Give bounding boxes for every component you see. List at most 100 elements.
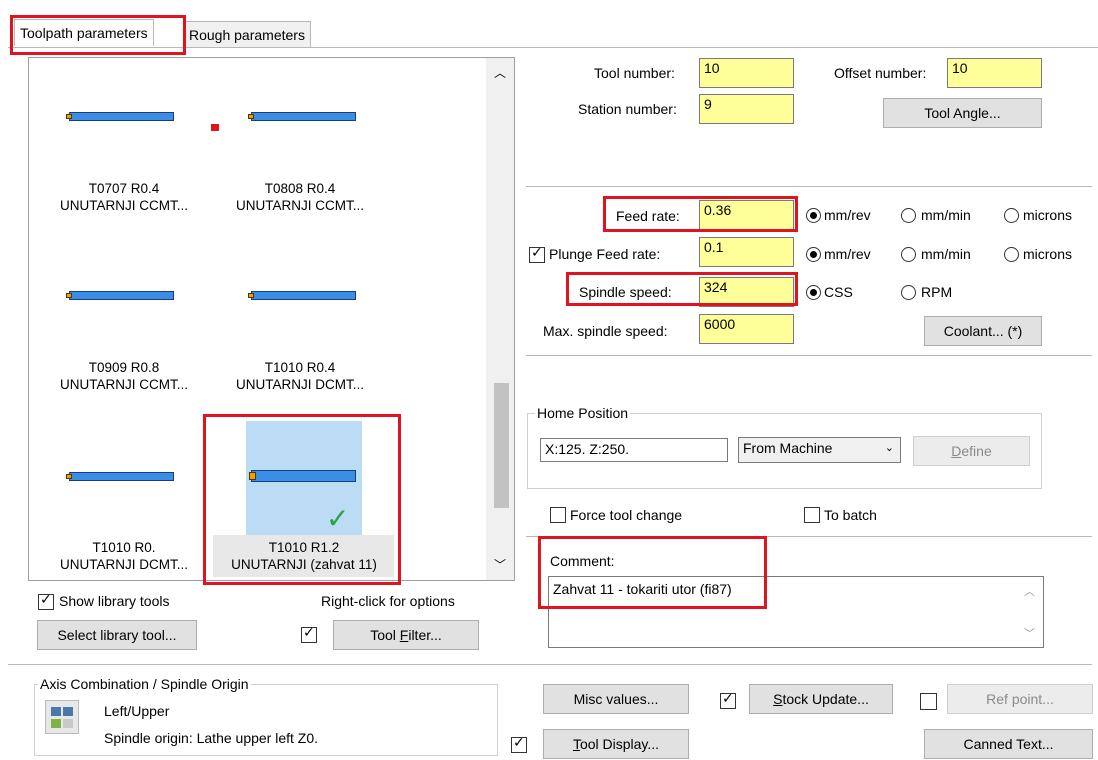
selected-tool-tile[interactable]: ✓ [246, 421, 362, 535]
tool-number-label: Tool number: [594, 65, 675, 81]
feed-mm-min-label: mm/min [921, 207, 971, 223]
stock-update-checkbox[interactable] [720, 691, 736, 709]
plunge-feed-label: Plunge Feed rate: [549, 246, 661, 262]
offset-number-field[interactable]: 10 [947, 58, 1042, 88]
feed-rate-field[interactable]: 0.36 [699, 200, 794, 230]
tool-desc: UNUTARNJI (zahvat 11) [231, 557, 377, 572]
force-tool-change-checkbox[interactable] [550, 507, 566, 523]
define-button[interactable]: Define [913, 436, 1030, 466]
tool-angle-button[interactable]: Tool Angle... [883, 98, 1042, 128]
tool-label: T0909 R0.8 UNUTARNJI CCMT... [39, 359, 209, 393]
home-position-title: Home Position [535, 405, 631, 421]
ref-point-checkbox[interactable] [920, 693, 937, 710]
separator [8, 664, 1092, 665]
scroll-up-icon[interactable]: ︿ [1024, 583, 1035, 599]
tool-label: T0707 R0.4 UNUTARNJI CCMT... [39, 180, 209, 214]
plunge-mm-rev-label: mm/rev [824, 246, 871, 262]
plunge-mm-min-radio[interactable] [901, 247, 916, 262]
scroll-up-icon[interactable]: ︿ [494, 64, 506, 81]
select-library-tool-button[interactable]: Select library tool... [37, 620, 197, 650]
plunge-mm-rev-radio[interactable] [806, 247, 821, 262]
rpm-label: RPM [921, 284, 953, 300]
css-label: CSS [824, 284, 853, 300]
tool-graphic [251, 470, 356, 482]
tool-graphic [251, 112, 356, 121]
show-library-tools-checkbox[interactable] [38, 592, 54, 610]
tool-label: T0808 R0.4 UNUTARNJI CCMT... [215, 180, 385, 214]
home-coords-field[interactable]: X:125. Z:250. [540, 438, 728, 462]
plunge-feed-checkbox[interactable] [529, 245, 545, 263]
scroll-down-icon[interactable]: ﹀ [1024, 625, 1035, 641]
station-number-field[interactable]: 9 [699, 94, 794, 124]
tool-item-t1010-r0[interactable] [66, 472, 229, 592]
stock-update-button[interactable]: Stock Update... [749, 684, 893, 714]
spindle-speed-field[interactable]: 324 [699, 277, 794, 307]
tool-graphic [69, 112, 174, 121]
axis-combination-icon[interactable] [45, 700, 79, 734]
tool-filter-checkbox[interactable] [301, 625, 317, 643]
tool-graphic [69, 291, 174, 300]
tool-id: T0909 R0.8 [88, 360, 160, 375]
plunge-feed-field[interactable]: 0.1 [699, 237, 794, 267]
from-machine-select[interactable]: From Machine ⌄ [738, 437, 901, 463]
insert-icon [66, 293, 72, 298]
tab-toolpath-parameters[interactable]: Toolpath parameters [14, 19, 154, 46]
feed-mm-min-radio[interactable] [901, 208, 916, 223]
comment-textarea[interactable]: Zahvat 11 - tokariti utor (fi87) ︿ ﹀ [548, 576, 1044, 648]
canned-text-button[interactable]: Canned Text... [924, 729, 1093, 759]
plunge-microns-radio[interactable] [1004, 247, 1019, 262]
tool-label: T1010 R0. UNUTARNJI DCMT... [39, 539, 209, 573]
tool-graphic [69, 472, 174, 481]
css-radio[interactable] [806, 285, 821, 300]
feed-microns-radio[interactable] [1004, 208, 1019, 223]
tool-filter-text: Tool [370, 627, 400, 643]
to-batch-checkbox[interactable] [804, 507, 820, 523]
tool-list[interactable]: T0707 R0.4 UNUTARNJI CCMT... T0808 R0.4 … [28, 57, 515, 581]
scroll-down-icon[interactable]: ﹀ [494, 556, 506, 573]
tool-item-t0808[interactable] [248, 112, 411, 232]
chevron-down-icon: ⌄ [884, 441, 894, 454]
misc-values-button[interactable]: Misc values... [543, 684, 689, 714]
ref-point-button[interactable]: Ref point... [947, 684, 1093, 714]
tab-rough-parameters[interactable]: Rough parameters [183, 21, 311, 47]
feed-mm-rev-radio[interactable] [806, 208, 821, 223]
tool-display-mnemonic: T [572, 736, 580, 752]
tool-item-t0909[interactable] [66, 291, 229, 411]
force-tool-change-label: Force tool change [570, 507, 683, 523]
tool-id: T1010 R0.4 [264, 360, 336, 375]
define-mnemonic: D [951, 443, 962, 459]
tool-id: T1010 R0. [92, 540, 156, 555]
right-click-hint: Right-click for options [321, 593, 455, 609]
max-spindle-label: Max. spindle speed: [543, 323, 668, 339]
max-spindle-field[interactable]: 6000 [699, 314, 794, 344]
rpm-radio[interactable] [901, 285, 916, 300]
red-marker [211, 124, 219, 131]
tool-label: T1010 R0.4 UNUTARNJI DCMT... [215, 359, 385, 393]
list-scrollbar[interactable]: ︿ ﹀ [486, 58, 514, 580]
coolant-button[interactable]: Coolant... (*) [924, 316, 1042, 346]
tool-number-field[interactable]: 10 [699, 58, 794, 88]
tool-filter-button[interactable]: Tool Filter... [333, 620, 479, 650]
tool-id: T0808 R0.4 [264, 181, 336, 196]
scroll-thumb[interactable] [494, 383, 509, 508]
insert-icon [249, 472, 256, 480]
separator [526, 186, 1092, 187]
axis-combination-title: Axis Combination / Spindle Origin [38, 676, 251, 692]
tool-display-checkbox[interactable] [511, 735, 527, 753]
tool-desc: UNUTARNJI DCMT... [60, 557, 188, 572]
axis-name: Left/Upper [104, 703, 170, 719]
insert-icon [66, 114, 72, 119]
separator [526, 355, 1092, 356]
tool-id: T0707 R0.4 [88, 181, 160, 196]
tool-desc: UNUTARNJI CCMT... [236, 198, 364, 213]
comment-label: Comment: [550, 553, 615, 569]
tool-display-button[interactable]: Tool Display... [543, 729, 689, 759]
tool-item-t1010-r04[interactable] [248, 291, 411, 411]
show-library-tools-label: Show library tools [59, 593, 170, 609]
to-batch-label: To batch [824, 507, 877, 523]
station-number-label: Station number: [578, 101, 677, 117]
tool-desc: UNUTARNJI CCMT... [60, 198, 188, 213]
define-text: efine [961, 443, 992, 459]
tool-item-t0707[interactable] [66, 112, 229, 232]
tool-filter-text: ilter... [408, 627, 442, 643]
